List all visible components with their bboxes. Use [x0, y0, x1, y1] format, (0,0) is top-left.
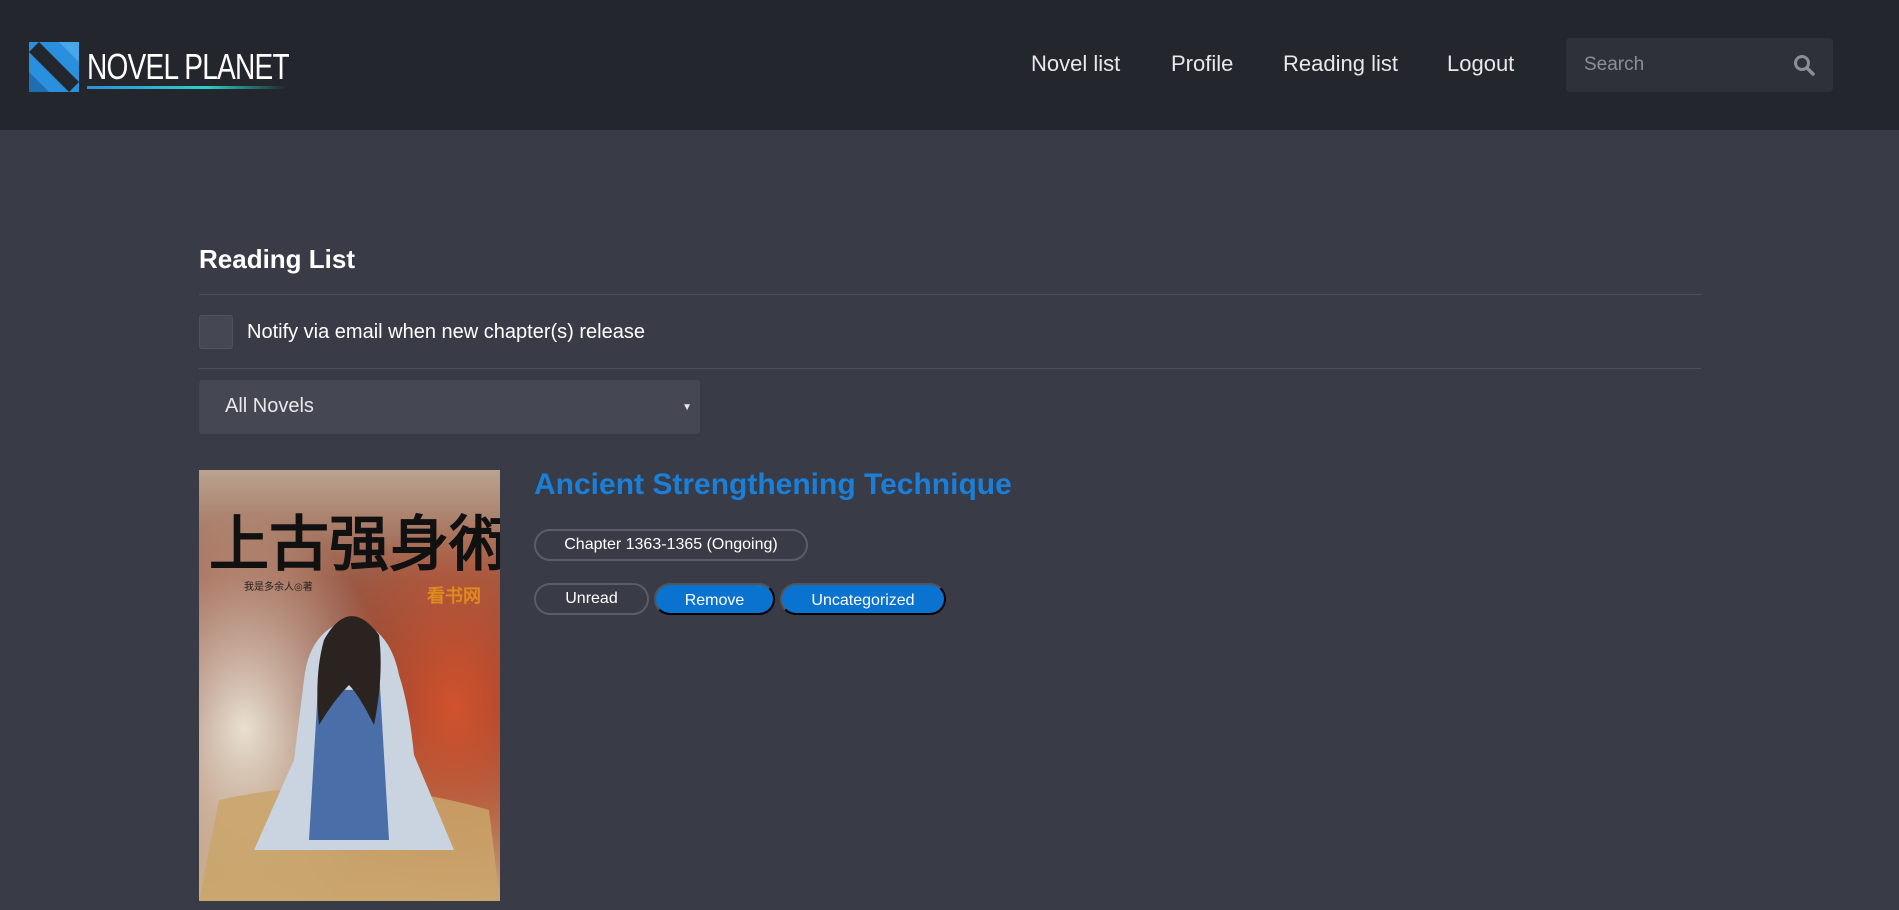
novel-title-link[interactable]: Ancient Strengthening Technique [534, 468, 1012, 502]
logo-text: NOVEL PLANET [87, 46, 290, 87]
chapter-badge[interactable]: Chapter 1363-1365 (Ongoing) [534, 529, 808, 561]
cover-stamp-text: 看书网 [426, 585, 481, 607]
nav-reading-list[interactable]: Reading list [1283, 48, 1398, 80]
logo-icon [29, 42, 79, 92]
select-value: All Novels [225, 395, 314, 417]
top-header: NOVEL PLANET Novel list Profile Reading … [0, 0, 1899, 130]
search-icon[interactable] [1793, 54, 1815, 76]
nav-novel-list[interactable]: Novel list [1031, 48, 1120, 80]
divider [199, 294, 1701, 295]
cover-illustration: 上古强身術 我是多余人◎著 看书网 [199, 470, 500, 901]
novel-cover-image[interactable]: 上古强身術 我是多余人◎著 看书网 [199, 470, 500, 901]
notify-checkbox[interactable] [199, 315, 233, 349]
notify-label[interactable]: Notify via email when new chapter(s) rel… [247, 321, 645, 344]
nav-logout[interactable]: Logout [1447, 48, 1514, 80]
page-title: Reading List [199, 244, 356, 274]
notify-row: Notify via email when new chapter(s) rel… [199, 315, 645, 349]
category-button[interactable]: Uncategorized [780, 583, 946, 615]
unread-button[interactable]: Unread [534, 583, 649, 615]
divider [199, 368, 1701, 369]
dropdown-arrow-icon: ▼ [682, 402, 692, 413]
logo[interactable]: NOVEL PLANET [29, 42, 346, 92]
novel-filter-select[interactable]: All Novels ▼ [199, 380, 700, 434]
remove-button[interactable]: Remove [654, 583, 775, 615]
search-box [1566, 38, 1833, 92]
nav-profile[interactable]: Profile [1171, 48, 1233, 80]
logo-underline [87, 86, 287, 89]
cover-title-text: 上古强身術 [209, 510, 500, 580]
cover-author-text: 我是多余人◎著 [244, 580, 313, 593]
search-input[interactable] [1566, 38, 1786, 92]
